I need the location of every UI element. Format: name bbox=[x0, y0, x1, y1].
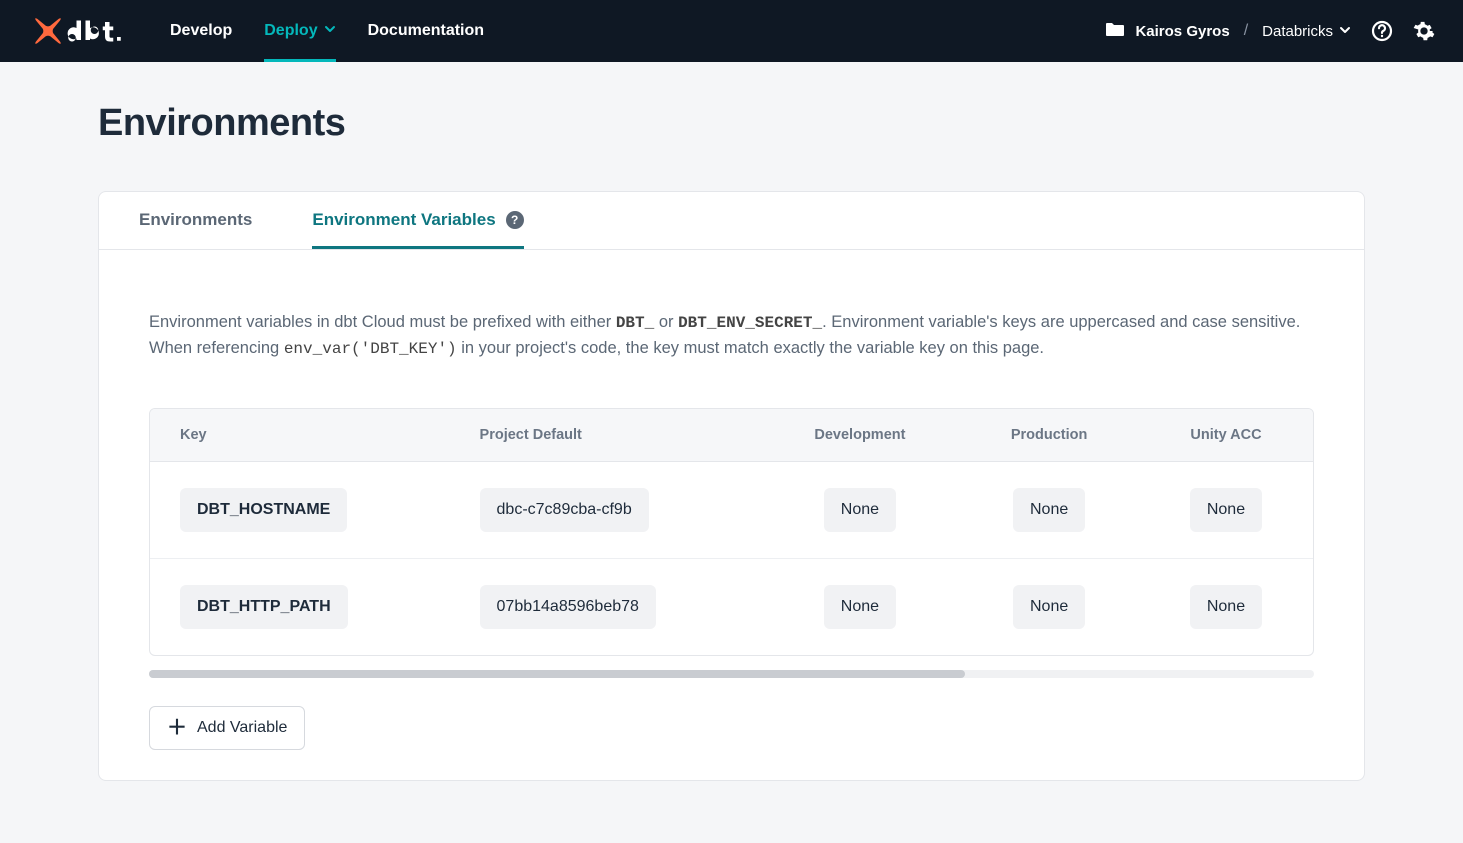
scrollbar-thumb[interactable] bbox=[149, 670, 965, 678]
nav-deploy[interactable]: Deploy bbox=[264, 0, 335, 62]
var-default[interactable]: 07bb14a8596beb78 bbox=[480, 585, 656, 629]
nav-links: Develop Deploy Documentation bbox=[170, 0, 484, 62]
nav-deploy-label: Deploy bbox=[264, 22, 317, 40]
dbt-logo[interactable] bbox=[28, 16, 128, 46]
col-dev: Development bbox=[761, 409, 960, 462]
nav-documentation[interactable]: Documentation bbox=[368, 0, 484, 62]
var-key[interactable]: DBT_HTTP_PATH bbox=[180, 585, 348, 629]
horizontal-scrollbar[interactable] bbox=[149, 670, 1314, 678]
var-prod[interactable]: None bbox=[1013, 585, 1085, 629]
project-name: Databricks bbox=[1262, 23, 1333, 40]
page-title: Environments bbox=[98, 102, 1365, 145]
intro-prefix2: DBT_ENV_SECRET_ bbox=[678, 314, 822, 332]
gear-icon[interactable] bbox=[1413, 20, 1435, 42]
add-variable-button[interactable]: ＋ Add Variable bbox=[149, 706, 305, 750]
var-default[interactable]: dbc-c7c89cba-cf9b bbox=[480, 488, 649, 532]
col-default: Project Default bbox=[450, 409, 761, 462]
chevron-down-icon bbox=[1339, 23, 1351, 40]
help-circle-icon[interactable]: ? bbox=[506, 211, 524, 229]
col-key: Key bbox=[150, 409, 450, 462]
col-unity: Unity ACC bbox=[1139, 409, 1313, 462]
org-name: Kairos Gyros bbox=[1135, 23, 1229, 40]
environments-card: Environments Environment Variables ? Env… bbox=[98, 191, 1365, 781]
env-var-table: Key Project Default Development Producti… bbox=[150, 409, 1313, 655]
tab-environment-variables[interactable]: Environment Variables ? bbox=[312, 192, 523, 249]
nav-right: Kairos Gyros / Databricks bbox=[1105, 20, 1435, 42]
add-variable-label: Add Variable bbox=[197, 719, 287, 737]
help-icon[interactable] bbox=[1371, 20, 1393, 42]
var-unity[interactable]: None bbox=[1190, 585, 1262, 629]
intro-part4: in your project's code, the key must mat… bbox=[457, 339, 1044, 357]
intro-prefix1: DBT_ bbox=[616, 314, 654, 332]
intro-part1: Environment variables in dbt Cloud must … bbox=[149, 313, 616, 331]
org-selector[interactable]: Kairos Gyros bbox=[1105, 21, 1229, 41]
col-prod: Production bbox=[959, 409, 1139, 462]
intro-part2: or bbox=[654, 313, 678, 331]
table-header-row: Key Project Default Development Producti… bbox=[150, 409, 1313, 462]
nav-develop[interactable]: Develop bbox=[170, 0, 232, 62]
env-var-table-wrap: Key Project Default Development Producti… bbox=[149, 408, 1314, 656]
tabs: Environments Environment Variables ? bbox=[99, 192, 1364, 250]
tab-environments[interactable]: Environments bbox=[139, 192, 252, 249]
chevron-down-icon bbox=[324, 22, 336, 40]
folder-icon bbox=[1105, 21, 1125, 41]
breadcrumb-divider: / bbox=[1244, 22, 1248, 40]
page-content: Environments Environments Environment Va… bbox=[0, 62, 1463, 781]
table-row[interactable]: DBT_HOSTNAME dbc-c7c89cba-cf9b None None… bbox=[150, 461, 1313, 558]
top-nav: Develop Deploy Documentation Kairos Gyro… bbox=[0, 0, 1463, 62]
plus-icon: ＋ bbox=[167, 718, 187, 738]
intro-code: env_var('DBT_KEY') bbox=[284, 340, 457, 358]
intro-text: Environment variables in dbt Cloud must … bbox=[149, 310, 1314, 362]
project-selector[interactable]: Databricks bbox=[1262, 23, 1351, 40]
var-unity[interactable]: None bbox=[1190, 488, 1262, 532]
var-dev[interactable]: None bbox=[824, 585, 896, 629]
tab-env-vars-label: Environment Variables bbox=[312, 210, 495, 230]
table-row[interactable]: DBT_HTTP_PATH 07bb14a8596beb78 None None… bbox=[150, 558, 1313, 655]
var-key[interactable]: DBT_HOSTNAME bbox=[180, 488, 347, 532]
card-body: Environment variables in dbt Cloud must … bbox=[99, 250, 1364, 780]
var-prod[interactable]: None bbox=[1013, 488, 1085, 532]
var-dev[interactable]: None bbox=[824, 488, 896, 532]
